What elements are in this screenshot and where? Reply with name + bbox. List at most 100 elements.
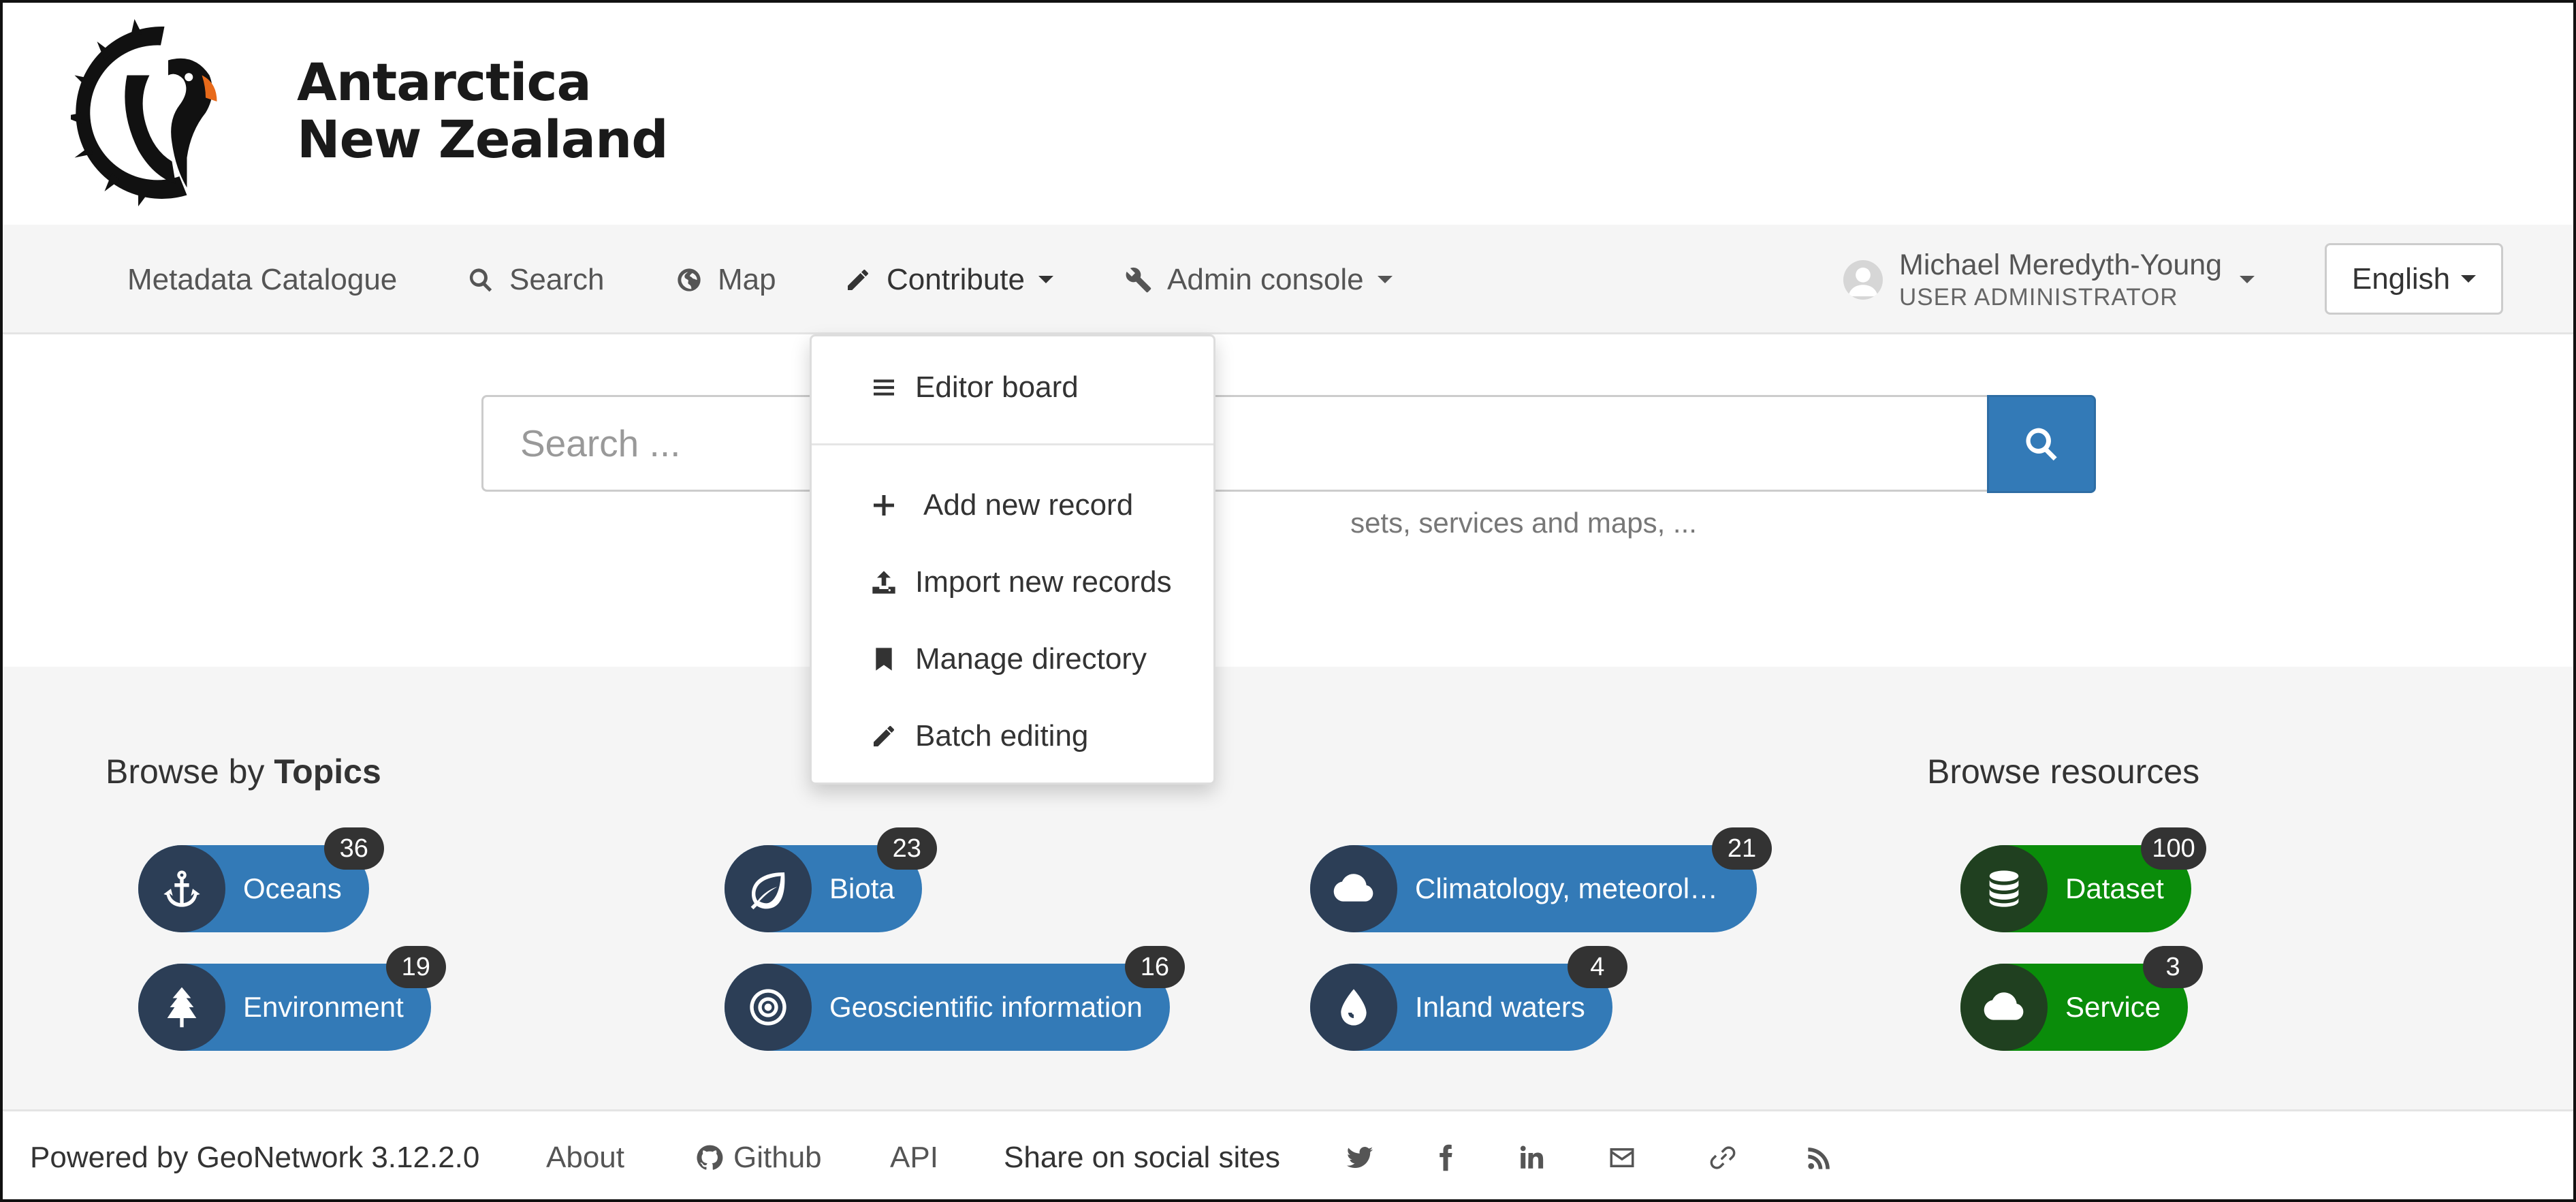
search-icon — [2026, 428, 2057, 461]
browse-topics-heading: Browse by Topics — [106, 752, 381, 791]
linkedin-link[interactable] — [1517, 1111, 1546, 1199]
bookmark-icon — [876, 648, 892, 671]
email-link[interactable] — [1608, 1111, 1636, 1199]
user-text: Michael Meredyth-Young USER ADMINISTRATO… — [1899, 247, 2222, 313]
resource-service[interactable]: Service 3 — [1960, 946, 2204, 1051]
github-icon — [697, 1145, 723, 1170]
droplet-icon — [1341, 989, 1367, 1026]
chevron-down-icon — [2461, 275, 2477, 283]
share-label: Share on social sites — [1004, 1141, 1280, 1174]
permalink-link[interactable] — [1708, 1111, 1737, 1199]
globe-icon — [678, 268, 701, 291]
search-icon — [469, 268, 492, 291]
nav-contribute-label: Contribute — [887, 262, 1025, 296]
count-badge: 19 — [385, 946, 446, 988]
link-icon — [1710, 1146, 1736, 1169]
antarctica-nz-logo-icon[interactable] — [71, 19, 258, 206]
language-select[interactable]: English — [2325, 243, 2503, 315]
count-badge: 100 — [2141, 827, 2206, 870]
nav-admin-console[interactable]: Admin console — [1125, 225, 1393, 334]
brand-name[interactable]: Antarctica New Zealand — [297, 54, 669, 170]
chevron-down-icon — [2240, 276, 2255, 283]
database-icon — [1960, 845, 2048, 932]
user-menu[interactable]: Michael Meredyth-Young USER ADMINISTRATO… — [1843, 225, 2255, 334]
cloud-icon — [1984, 992, 2024, 1020]
menu-item-label: Import new records — [915, 565, 1172, 599]
brand-line-2: New Zealand — [297, 109, 669, 170]
count-badge: 36 — [323, 827, 384, 870]
droplet-icon — [1310, 964, 1397, 1051]
list-icon — [874, 379, 894, 396]
github-label: Github — [733, 1141, 822, 1174]
menu-item-label: Add new record — [923, 488, 1134, 522]
footer-github-link[interactable]: Github — [695, 1111, 822, 1199]
target-icon — [750, 989, 786, 1026]
topic-inland-waters[interactable]: Inland waters 4 — [1310, 946, 1627, 1051]
user-role: USER ADMINISTRATOR — [1899, 283, 2178, 311]
topic-label: Climatology, meteorolo… — [1415, 872, 1734, 904]
topic-label: Geoscientific information — [829, 991, 1143, 1023]
footer-about-link[interactable]: About — [546, 1111, 624, 1199]
cloud-icon — [1333, 874, 1373, 902]
tree-icon — [167, 987, 197, 1028]
search-button[interactable] — [1987, 395, 2096, 493]
search-hint: sets, services and maps, ... — [481, 507, 2096, 539]
resource-label: Service — [2065, 991, 2161, 1023]
topic-climatology[interactable]: Climatology, meteorolo… 21 — [1310, 827, 1772, 932]
search-hint-text: sets, services and maps, ... — [1350, 507, 1697, 539]
pencil-icon — [874, 726, 894, 746]
topic-label: Oceans — [243, 872, 342, 904]
main-navbar: Metadata Catalogue Search Map Contribute… — [3, 225, 2573, 334]
envelope-icon — [1610, 1148, 1634, 1167]
nav-map[interactable]: Map — [675, 225, 776, 334]
nav-search[interactable]: Search — [467, 225, 604, 334]
topic-oceans[interactable]: Oceans 36 — [138, 827, 384, 932]
upload-icon — [872, 571, 895, 594]
user-icon — [1848, 267, 1878, 296]
anchor-icon — [138, 845, 225, 932]
facebook-icon — [1440, 1144, 1452, 1171]
topic-environment[interactable]: Environment 19 — [138, 946, 446, 1051]
tree-icon — [138, 964, 225, 1051]
topic-label: Biota — [829, 872, 895, 904]
search-input[interactable] — [481, 395, 1988, 492]
browse-topics-bold: Topics — [274, 753, 381, 791]
rss-icon — [1808, 1148, 1830, 1169]
menu-item-label: Manage directory — [915, 642, 1147, 676]
target-icon — [725, 964, 812, 1051]
topic-label: Environment — [243, 991, 404, 1023]
menu-item-import-records[interactable]: Import new records — [812, 548, 1213, 616]
menu-item-label: Editor board — [915, 370, 1079, 404]
footer-api-link[interactable]: API — [890, 1111, 938, 1199]
linkedin-icon — [1520, 1145, 1544, 1169]
count-badge: 4 — [1567, 946, 1627, 988]
topic-label: Inland waters — [1415, 991, 1585, 1023]
menu-item-add-record[interactable]: Add new record — [812, 471, 1213, 539]
nav-metadata-catalogue[interactable]: Metadata Catalogue — [127, 225, 397, 334]
topic-biota[interactable]: Biota 23 — [725, 827, 937, 932]
resource-dataset[interactable]: Dataset 100 — [1960, 827, 2206, 932]
cloud-icon — [1310, 845, 1397, 932]
page-footer: Powered by GeoNetwork 3.12.2.0 About Git… — [3, 1109, 2573, 1199]
language-label: English — [2351, 262, 2451, 296]
topic-geoscientific[interactable]: Geoscientific information 16 — [725, 946, 1185, 1051]
twitter-icon — [1346, 1146, 1373, 1169]
avatar — [1843, 259, 1883, 300]
rss-link[interactable] — [1805, 1111, 1834, 1199]
browse-topics-prefix: Browse by — [106, 753, 265, 791]
menu-item-manage-directory[interactable]: Manage directory — [812, 625, 1213, 693]
powered-by-text: Powered by GeoNetwork 3.12.2.0 — [30, 1141, 480, 1174]
nav-contribute[interactable]: Contribute — [844, 225, 1054, 334]
browse-resources-heading: Browse resources — [1927, 753, 2200, 791]
wrench-icon — [1126, 267, 1151, 292]
count-badge: 16 — [1124, 946, 1185, 988]
count-badge: 3 — [2143, 946, 2204, 988]
menu-item-batch-editing[interactable]: Batch editing — [812, 702, 1213, 770]
nav-search-label: Search — [509, 262, 605, 296]
menu-item-editor-board[interactable]: Editor board — [812, 353, 1213, 422]
resource-label: Dataset — [2065, 872, 2164, 904]
anchor-icon — [163, 870, 200, 907]
twitter-link[interactable] — [1346, 1111, 1374, 1199]
nav-map-label: Map — [718, 262, 776, 296]
facebook-link[interactable] — [1431, 1111, 1460, 1199]
